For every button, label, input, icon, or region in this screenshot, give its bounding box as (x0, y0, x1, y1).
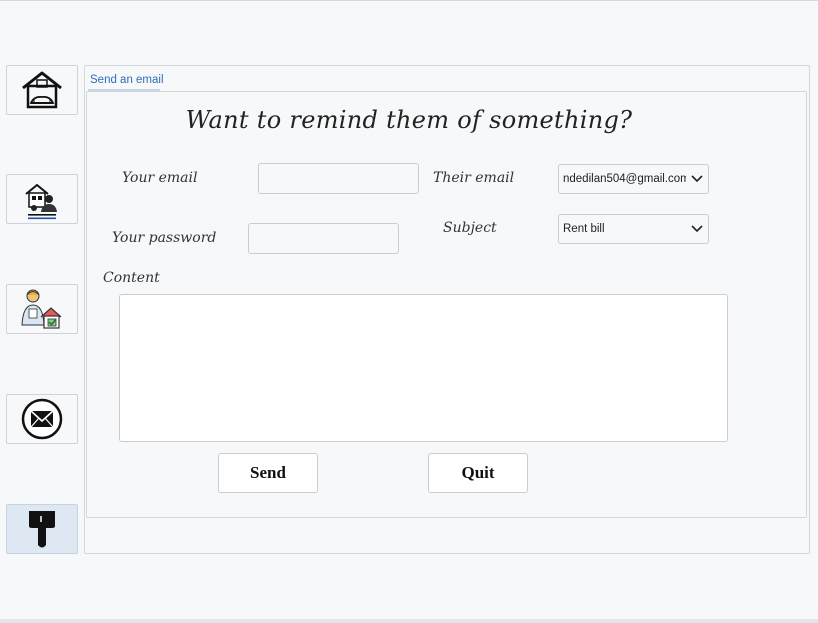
their-email-label: Their email (433, 170, 515, 186)
chevron-down-icon (686, 225, 708, 233)
your-email-input[interactable] (259, 164, 418, 193)
nav-button-email[interactable] (6, 394, 78, 444)
house-icon (22, 71, 62, 109)
content-field[interactable] (119, 294, 728, 442)
window-top-border (0, 0, 818, 1)
tab-send-email[interactable]: Send an email (88, 72, 166, 90)
subject-selected: Rent bill (563, 223, 605, 235)
mail-icon (21, 398, 63, 440)
agent-house-icon (21, 289, 62, 329)
your-email-field[interactable] (258, 163, 419, 194)
subject-label: Subject (443, 220, 497, 236)
content-textarea[interactable] (120, 295, 727, 441)
form-heading: Want to remind them of something? (185, 106, 633, 134)
tenant-house-icon (25, 183, 57, 220)
quit-button[interactable]: Quit (428, 453, 528, 493)
paint-brush-icon (29, 511, 55, 548)
your-email-label: Your email (122, 170, 198, 186)
chevron-down-icon (686, 175, 708, 183)
your-password-label: Your password (112, 230, 217, 246)
nav-button-agents[interactable] (6, 284, 78, 334)
nav-button-theme[interactable] (6, 504, 78, 554)
content-label: Content (103, 270, 160, 286)
subject-select[interactable]: Rent bill (558, 214, 709, 244)
their-email-select[interactable]: ndedilan504@gmail.com (558, 164, 709, 194)
nav-button-tenants[interactable] (6, 174, 78, 224)
your-password-input[interactable] (249, 224, 398, 253)
your-password-field[interactable] (248, 223, 399, 254)
their-email-selected: ndedilan504@gmail.com (563, 173, 686, 185)
send-button[interactable]: Send (218, 453, 318, 493)
window-bottom-border (0, 619, 818, 623)
